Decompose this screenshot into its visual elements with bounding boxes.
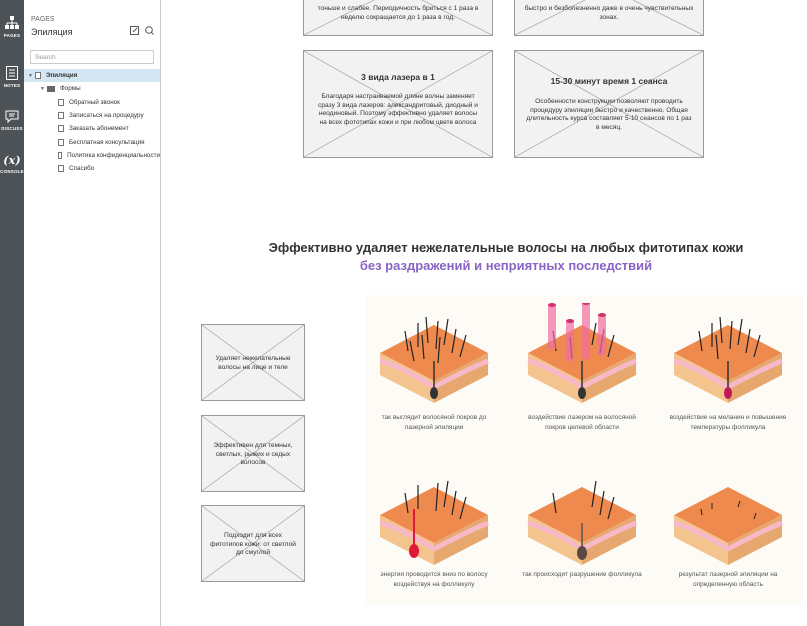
rail-notes-label: NOTES xyxy=(3,83,21,88)
benefit-box: Эффективен для темных, светлых, рыжих и … xyxy=(201,415,305,492)
card-text: тоньше и слабее. Периодичность бриться с… xyxy=(317,5,479,21)
tree-item-page[interactable]: Заказать абонемент xyxy=(24,122,160,135)
sitemap-icon xyxy=(5,16,19,29)
tree-item-label: Формы xyxy=(60,85,81,93)
illustration-caption: воздействие на меланин и повышение темпе… xyxy=(669,414,787,431)
console-icon: (x) xyxy=(3,154,21,167)
tree-item-root[interactable]: ▼ Эпиляция xyxy=(24,69,160,83)
design-canvas[interactable]: тоньше и слабее. Периодичность бриться с… xyxy=(161,0,807,626)
tree-item-folder[interactable]: ▼ Формы xyxy=(24,82,160,95)
left-rail: PAGES NOTES DISCUSS (x) CONSOLE xyxy=(0,0,24,626)
illustration-caption: энергия проводится вниз по волосу воздей… xyxy=(380,571,488,588)
tree-item-label: Спасибо xyxy=(69,165,95,173)
expand-caret-icon[interactable]: ▼ xyxy=(40,86,47,92)
add-folder-icon[interactable] xyxy=(145,26,154,35)
notes-icon xyxy=(6,66,18,80)
feature-card: 3 вида лазера в 1 Благодаря настраиваемо… xyxy=(303,50,493,158)
page-icon xyxy=(58,125,64,133)
section-title: Эффективно удаляет нежелательные волосы … xyxy=(268,240,744,255)
tree-item-label: Записаться на процедуру xyxy=(69,112,144,120)
page-icon xyxy=(35,72,41,80)
illustration-caption: результат лазерной эпиляции на определен… xyxy=(678,571,778,588)
tree-item-label: Эпиляция xyxy=(46,72,78,80)
skin-tile-before xyxy=(379,316,489,403)
page-icon xyxy=(58,138,64,146)
benefit-text: Эффективен для темных, светлых, рыжих и … xyxy=(213,442,293,466)
card-heading: 15-30 минут время 1 сеанса xyxy=(550,76,668,86)
laser-hair-removal-illustration: так выглядит волосяной покров до лазерно… xyxy=(366,295,803,605)
illustration-caption: так происходит разрушение фолликула xyxy=(522,571,642,578)
skin-tile-result xyxy=(673,487,783,565)
card-heading: 3 вида лазера в 1 xyxy=(361,72,435,82)
benefit-box: Подходит для всех фитотипов кожи: от све… xyxy=(201,505,305,582)
feature-card: тоньше и слабее. Периодичность бриться с… xyxy=(303,0,493,36)
tree-item-page[interactable]: Бесплатная консультация xyxy=(24,135,160,148)
page-icon xyxy=(58,98,64,106)
card-text: Благодаря настраиваемой длине волны заме… xyxy=(318,93,478,126)
rail-console-button[interactable]: (x) CONSOLE xyxy=(0,154,24,174)
page-icon xyxy=(58,165,64,173)
panel-header: PAGES xyxy=(31,16,55,23)
tree-item-label: Бесплатная консультация xyxy=(69,138,145,146)
benefit-text: Удаляет нежелательные волосы на лице и т… xyxy=(215,355,291,371)
page-tree: ▼ Эпиляция ▼ Формы Обратный звонок Запис… xyxy=(24,69,160,175)
rail-console-label: CONSOLE xyxy=(0,169,24,174)
skin-tile-melanin xyxy=(673,316,783,403)
rail-notes-button[interactable]: NOTES xyxy=(0,66,24,88)
pages-panel: PAGES Эпиляция Search ▼ Эпиляция ▼ Формы… xyxy=(24,0,161,626)
panel-tools xyxy=(130,26,154,35)
page-icon xyxy=(58,112,64,120)
illustration-caption: воздействие лазером на волосяной покров … xyxy=(528,414,636,431)
tree-item-page[interactable]: Политика конфиденциальности xyxy=(24,149,160,162)
feature-card: 15-30 минут время 1 сеанса Особенности к… xyxy=(514,50,704,158)
section-subtitle: без раздражений и неприятных последствий xyxy=(359,258,653,273)
discuss-icon xyxy=(5,110,19,124)
rail-discuss-label: DISCUSS xyxy=(1,126,23,131)
tree-item-label: Заказать абонемент xyxy=(69,125,129,133)
expand-caret-icon[interactable]: ▼ xyxy=(28,73,35,79)
rail-discuss-button[interactable]: DISCUSS xyxy=(0,110,24,131)
feature-card: быстро и безболезненно даже в очень чувс… xyxy=(514,0,704,36)
illustration-caption: так выглядит волосяной покров до лазерно… xyxy=(381,414,487,431)
skin-tile-laser xyxy=(527,303,637,403)
benefit-text: Подходит для всех фитотипов кожи: от све… xyxy=(210,532,296,556)
rail-pages-label: PAGES xyxy=(3,33,21,38)
rail-pages-button[interactable]: PAGES xyxy=(0,16,24,38)
page-icon xyxy=(58,151,63,159)
card-text: Особенности конструкции позволяют провод… xyxy=(526,98,692,131)
card-text: быстро и безболезненно даже в очень чувс… xyxy=(524,5,694,21)
folder-icon xyxy=(47,85,55,92)
skin-tile-energy xyxy=(379,480,489,565)
tree-item-page[interactable]: Записаться на процедуру xyxy=(24,109,160,122)
tree-item-page[interactable]: Обратный звонок xyxy=(24,96,160,109)
panel-title: Эпиляция xyxy=(31,27,73,37)
search-input[interactable]: Search xyxy=(30,50,154,64)
benefit-box: Удаляет нежелательные волосы на лице и т… xyxy=(201,324,305,401)
tree-item-page[interactable]: Спасибо xyxy=(24,162,160,175)
skin-tile-destruction xyxy=(527,480,637,565)
tree-item-label: Политика конфиденциальности xyxy=(67,151,160,159)
add-page-icon[interactable] xyxy=(130,26,139,35)
tree-item-label: Обратный звонок xyxy=(69,98,120,106)
